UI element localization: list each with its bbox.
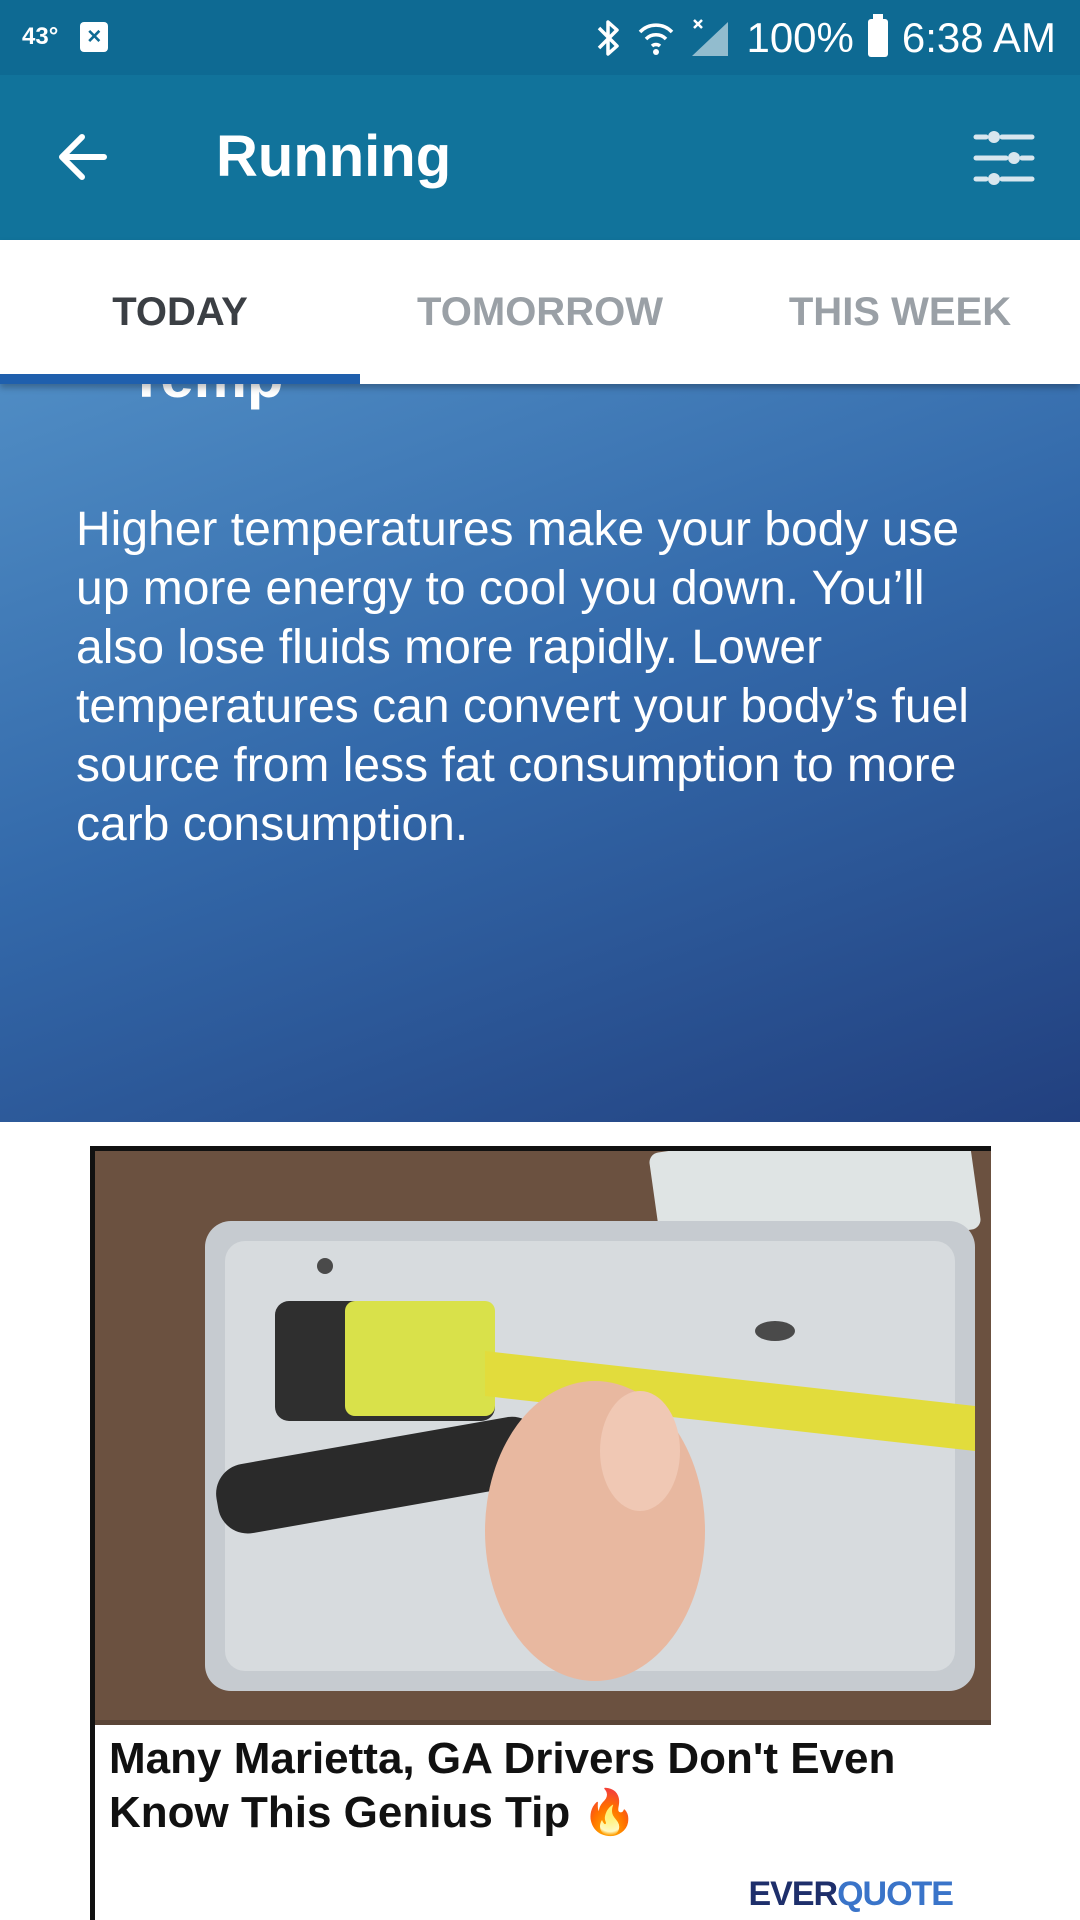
battery-percent: 100% [746,14,854,61]
card-heading: Temp [128,384,284,411]
arrow-left-icon [59,134,107,180]
ad-photo [95,1151,991,1720]
status-left: 43° × [22,22,109,52]
bluetooth-icon [598,20,620,56]
status-bar: 43° × 100% 6:38 AM [0,0,1080,75]
sliders-icon [973,131,1035,185]
ad-image[interactable] [95,1146,991,1725]
ad-brand-logo: EVERQUOTE [749,1875,954,1914]
tab-tomorrow[interactable]: TOMORROW [360,240,720,384]
advertisement[interactable]: Many Marietta, GA Drivers Don't Even Kno… [90,1146,995,1920]
tab-bar: TODAY TOMORROW THIS WEEK [0,240,1080,384]
wifi-icon [639,23,674,55]
signal-icon [692,19,729,56]
tab-today[interactable]: TODAY [0,240,360,384]
app-bar: Running [0,75,1080,240]
back-button[interactable] [52,125,116,189]
tab-indicator [0,374,360,384]
weather-temp: 43° [22,23,59,50]
ad-headline[interactable]: Many Marietta, GA Drivers Don't Even Kno… [109,1732,969,1840]
battery-icon [867,14,888,57]
page-title: Running [216,124,452,189]
card-body-text: Higher temperatures make your body use u… [76,503,969,851]
close-box-icon: × [80,22,109,52]
info-card: Temp Higher temperatures make your body … [0,384,1080,1122]
ad-brand-part2: QUOTE [837,1875,954,1913]
tab-this-week[interactable]: THIS WEEK [720,240,1080,384]
clock: 6:38 AM [901,14,1056,61]
status-right: 100% 6:38 AM [596,14,1056,62]
filter-button[interactable] [970,123,1040,193]
ad-brand-part1: EVER [748,1875,839,1913]
